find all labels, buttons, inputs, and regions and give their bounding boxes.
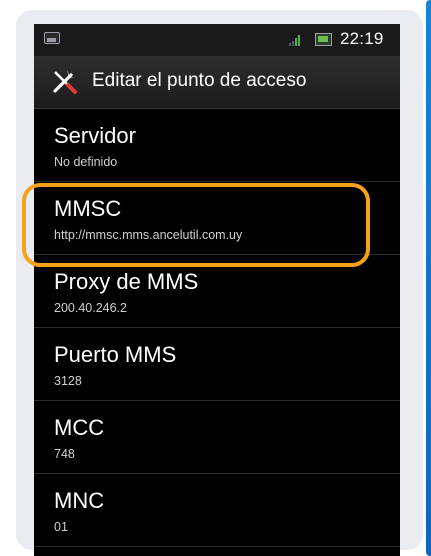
item-label: MCC bbox=[54, 415, 105, 440]
item-value: No definido bbox=[54, 155, 118, 169]
phone-screen: 22:19 Editar el punto de acceso Servidor… bbox=[34, 24, 400, 556]
item-value: 748 bbox=[54, 447, 75, 461]
list-item-mmsc[interactable]: MMSC http://mmsc.mms.ancelutil.com.uy bbox=[34, 182, 400, 255]
item-label: Puerto MMS bbox=[54, 342, 177, 367]
action-bar: Editar el punto de acceso bbox=[34, 56, 400, 109]
item-value: 3128 bbox=[54, 374, 82, 388]
item-label: Proxy de MMS bbox=[54, 269, 199, 294]
item-label: MNC bbox=[54, 488, 105, 513]
list-item-proxy-mms[interactable]: Proxy de MMS 200.40.246.2 bbox=[34, 255, 400, 328]
list-item-mnc[interactable]: MNC 01 bbox=[34, 474, 400, 547]
list-item-servidor[interactable]: Servidor No definido bbox=[34, 109, 400, 182]
list-item-puerto-mms[interactable]: Puerto MMS 3128 bbox=[34, 328, 400, 401]
signal-icon bbox=[289, 34, 303, 46]
list-item-mcc[interactable]: MCC 748 bbox=[34, 401, 400, 474]
apn-settings-list: Servidor No definido MMSC http://mmsc.mm… bbox=[34, 109, 400, 547]
item-label: MMSC bbox=[54, 196, 122, 221]
page-title: Editar el punto de acceso bbox=[92, 70, 307, 91]
photo-notification-icon bbox=[44, 32, 60, 44]
item-value: 200.40.246.2 bbox=[54, 301, 127, 315]
page-edge-accent bbox=[426, 0, 431, 556]
wrench-screwdriver-icon bbox=[53, 70, 77, 94]
status-bar: 22:19 bbox=[34, 24, 400, 56]
item-label: Servidor bbox=[54, 123, 136, 148]
item-value: http://mmsc.mms.ancelutil.com.uy bbox=[54, 228, 243, 242]
item-value: 01 bbox=[54, 520, 68, 534]
status-time: 22:19 bbox=[340, 29, 384, 48]
battery-icon bbox=[315, 33, 332, 46]
